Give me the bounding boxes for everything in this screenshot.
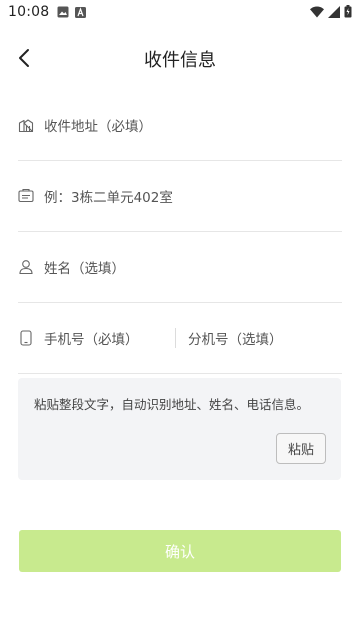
phone-field[interactable]: 手机号（必填） xyxy=(18,303,175,373)
extension-field[interactable]: 分机号（选填） xyxy=(188,303,283,373)
wifi-icon xyxy=(310,3,324,22)
phone-icon xyxy=(18,330,34,346)
status-time: 10:08 xyxy=(8,4,50,20)
extension-placeholder: 分机号（选填） xyxy=(188,332,283,348)
paste-area[interactable]: 粘贴整段文字，自动识别地址、姓名、电话信息。 粘贴 xyxy=(18,378,341,480)
building-icon xyxy=(18,117,34,133)
person-icon xyxy=(18,259,34,275)
name-placeholder: 姓名（选填） xyxy=(44,261,125,277)
battery-icon xyxy=(344,3,352,22)
detail-field[interactable]: 例：3栋二单元402室 xyxy=(18,161,342,232)
status-right-icons xyxy=(310,3,352,22)
name-field[interactable]: 姓名（选填） xyxy=(18,232,342,303)
address-field[interactable]: 收件地址（必填） xyxy=(18,90,342,161)
status-left-icons xyxy=(57,3,87,22)
phone-placeholder: 手机号（必填） xyxy=(44,332,139,348)
page-title: 收件信息 xyxy=(144,50,216,71)
detail-placeholder: 例：3栋二单元402室 xyxy=(44,190,173,206)
card-icon xyxy=(18,188,34,204)
confirm-button[interactable]: 确认 xyxy=(19,530,341,572)
field-divider xyxy=(175,328,176,348)
header: 收件信息 xyxy=(0,40,360,76)
image-icon xyxy=(57,3,69,22)
address-placeholder: 收件地址（必填） xyxy=(44,119,152,135)
paste-hint: 粘贴整段文字，自动识别地址、姓名、电话信息。 xyxy=(34,397,310,412)
paste-button[interactable]: 粘贴 xyxy=(276,433,326,464)
signal-icon xyxy=(328,3,340,22)
a-icon xyxy=(75,3,87,22)
phone-row: 手机号（必填） 分机号（选填） xyxy=(18,303,342,374)
address-form: 收件地址（必填） 例：3栋二单元402室 姓名（选填） 手机号（必填） 分机号（… xyxy=(18,90,342,374)
status-bar: 10:08 xyxy=(0,0,360,24)
